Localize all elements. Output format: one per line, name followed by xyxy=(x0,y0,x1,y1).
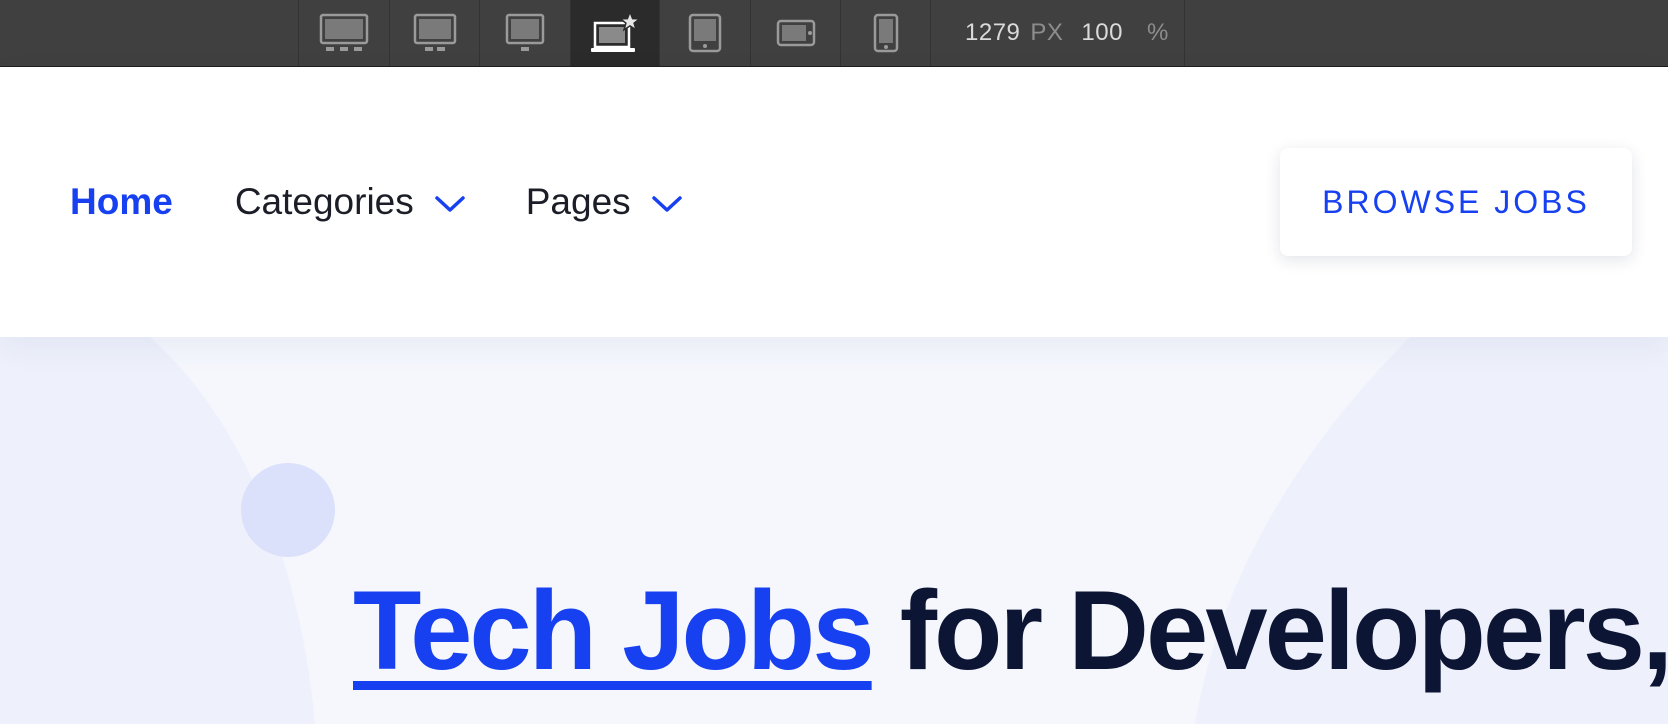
nav-item-home-label: Home xyxy=(70,181,173,222)
breakpoint-tablet-button[interactable] xyxy=(659,0,750,66)
monitor-xl-icon xyxy=(413,13,456,51)
hero-section: Tech Jobs for Developers, xyxy=(0,337,1668,724)
nav-item-pages-label: Pages xyxy=(525,181,631,222)
canvas-zoom-value[interactable]: 100 xyxy=(1081,19,1123,47)
canvas-zoom-unit: % xyxy=(1146,19,1169,46)
nav-item-categories[interactable]: Categories xyxy=(235,181,466,223)
phone-landscape-icon xyxy=(776,19,815,47)
breakpoint-mobile-landscape-button[interactable] xyxy=(750,0,840,66)
browse-jobs-button[interactable]: BROWSE JOBS xyxy=(1280,148,1632,256)
decorative-circle xyxy=(241,463,335,557)
toolbar-divider-right xyxy=(1184,0,1185,66)
nav-item-home[interactable]: Home xyxy=(70,181,173,223)
nav-item-categories-label: Categories xyxy=(234,181,414,222)
phone-portrait-icon xyxy=(873,13,898,53)
monitor-icon xyxy=(505,13,545,51)
breakpoint-desktop-xl-button[interactable] xyxy=(389,0,479,66)
canvas-width-unit: PX xyxy=(1030,19,1064,46)
breakpoint-desktop-base-button[interactable] xyxy=(570,0,659,66)
breakpoint-mobile-portrait-button[interactable] xyxy=(840,0,930,66)
laptop-star-icon xyxy=(591,11,641,52)
breakpoint-desktop-xxl-button[interactable] xyxy=(298,0,389,66)
canvas-width-value[interactable]: 1279 xyxy=(965,19,1020,47)
chevron-down-icon xyxy=(434,181,466,223)
breakpoint-toolbar: 1279 PX 100 % xyxy=(0,0,1668,67)
breakpoint-desktop-large-button[interactable] xyxy=(479,0,570,66)
hero-title: Tech Jobs for Developers, xyxy=(353,575,1668,687)
main-nav: Home Categories Pages xyxy=(70,67,683,337)
canvas-size-readout[interactable]: 1279 PX 100 % xyxy=(965,0,1169,66)
chevron-down-icon xyxy=(651,181,683,223)
hero-title-accent-link[interactable]: Tech Jobs xyxy=(353,568,875,693)
browse-jobs-label: BROWSE JOBS xyxy=(1322,183,1590,220)
site-header: Home Categories Pages BROWSE JOBS xyxy=(0,67,1668,337)
toolbar-divider xyxy=(930,0,931,66)
tablet-icon xyxy=(688,13,722,53)
nav-item-pages[interactable]: Pages xyxy=(526,181,683,223)
monitor-xxl-icon xyxy=(319,13,369,51)
hero-title-rest: for Developers, xyxy=(871,568,1668,693)
